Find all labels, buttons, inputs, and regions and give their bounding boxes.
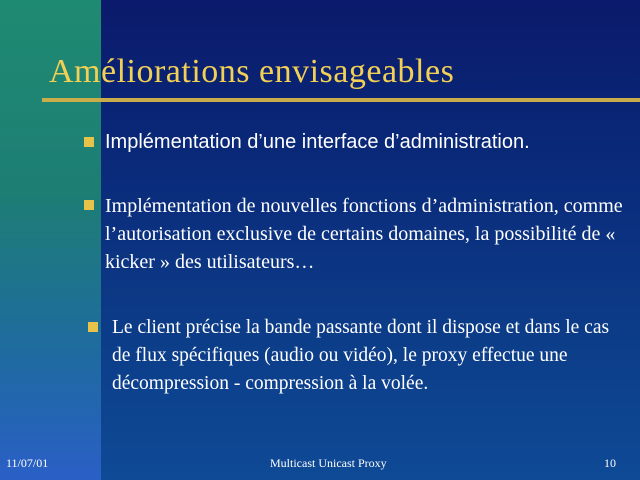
bullet-text-1: Implémentation d’une interface d’adminis…	[105, 131, 530, 153]
square-bullet-icon	[84, 137, 94, 147]
bullet-text-3: Le client précise la bande passante dont…	[112, 317, 610, 394]
bullet-text-2: Implémentation de nouvelles fonctions d’…	[105, 195, 623, 273]
footer-date: 11/07/01	[6, 456, 49, 470]
square-bullet-icon	[88, 322, 98, 332]
slide-title: Améliorations envisageables	[49, 53, 455, 90]
title-underline	[42, 98, 640, 102]
footer-page-number: 10	[604, 456, 616, 470]
square-bullet-icon	[84, 200, 94, 210]
footer-title: Multicast Unicast Proxy	[270, 456, 387, 470]
